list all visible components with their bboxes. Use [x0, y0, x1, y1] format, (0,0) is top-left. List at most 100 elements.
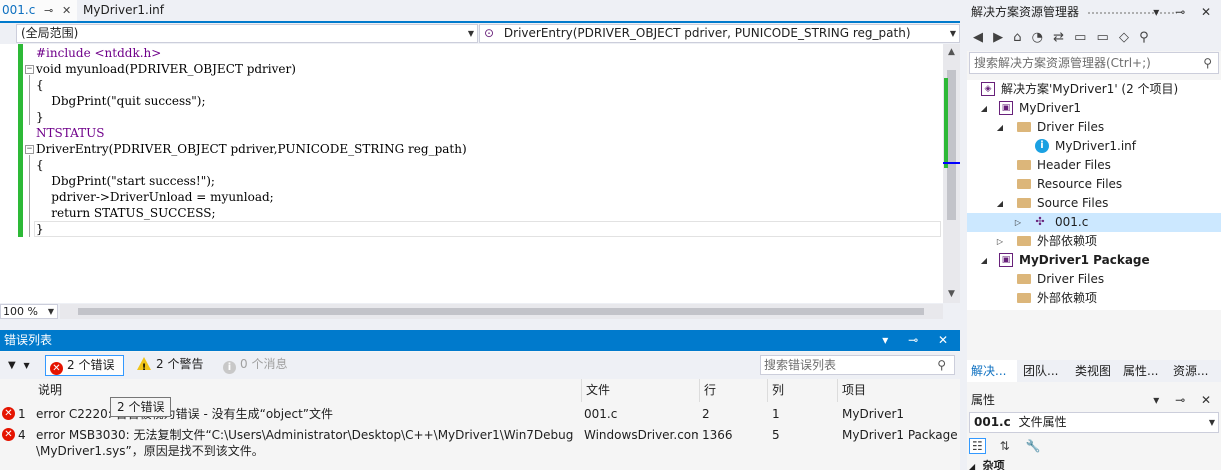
scope-dropdown[interactable]: (全局范围) ▼ [16, 24, 478, 43]
categorized-icon[interactable]: ☷ [969, 438, 986, 454]
tree-item-project[interactable]: ◢ ▣ MyDriver1 [967, 99, 1221, 118]
tree-item-folder[interactable]: ◢ Driver Files [967, 118, 1221, 137]
code-token: #include <ntddk.h> [36, 46, 162, 60]
scroll-thumb[interactable] [78, 308, 924, 315]
search-icon[interactable]: ⚲ [1203, 53, 1212, 73]
alphabetical-icon[interactable]: ⇅ [1000, 439, 1010, 453]
tree-item-file[interactable]: i MyDriver1.inf [967, 137, 1221, 156]
messages-toggle-button[interactable]: i 0 个消息 [219, 355, 299, 376]
scroll-down-icon[interactable]: ▼ [943, 286, 960, 303]
tree-item-folder[interactable]: Driver Files [967, 270, 1221, 289]
vertical-scrollbar[interactable]: ▲ ▼ [943, 44, 960, 303]
function-dropdown[interactable]: ⊙ DriverEntry(PDRIVER_OBJECT pdriver, PU… [479, 24, 960, 43]
code-line[interactable]: DbgPrint("start success!"); [36, 173, 215, 189]
code-token: DriverEntry(PDRIVER_OBJECT pdriver,PUNIC… [36, 142, 467, 156]
chevron-down-icon: ▼ [467, 29, 474, 38]
properties-panel: 属性 ▾ ⊸ ✕ 001.c 文件属性 ▼ ☷ ⇅ 🔧 ◢ 杂项 [967, 388, 1221, 470]
panel-window-buttons[interactable]: ▾ ⊸ ✕ [1153, 388, 1217, 412]
object-name: 001.c [974, 415, 1011, 429]
scroll-up-icon[interactable]: ▲ [943, 44, 960, 61]
pin-icon[interactable]: ⊸ [44, 0, 53, 21]
solution-explorer-toolbar[interactable]: ◀ ▶ ⌂ ◔ ⇄ ▭ ▭ ◇ ⚲ [967, 25, 1221, 51]
error-icon: ✕ [2, 428, 15, 441]
errors-toggle-button[interactable]: ✕ 2 个错误 [45, 355, 124, 376]
solution-search-input[interactable]: 搜索解决方案资源管理器(Ctrl+;) ⚲ [969, 52, 1219, 74]
scope-value: (全局范围) [21, 26, 79, 40]
expand-icon[interactable]: ◢ [979, 99, 989, 118]
properties-toolbar: ☷ ⇅ 🔧 [969, 435, 1219, 457]
row-number: 1 [18, 407, 26, 421]
tab-class-view[interactable]: 类视图 [1075, 360, 1123, 382]
code-line[interactable]: } [36, 221, 44, 237]
tab-solution-explorer[interactable]: 解决... [967, 360, 1017, 382]
fold-toggle[interactable]: − [25, 145, 34, 154]
row-line: 2 [702, 407, 710, 421]
tab-mydriver1-inf[interactable]: MyDriver1.inf [83, 0, 183, 21]
tree-item-folder[interactable]: ◢ Source Files [967, 194, 1221, 213]
code-token: NTSTATUS [36, 126, 105, 140]
column-header-project[interactable]: 项目 [838, 379, 960, 402]
code-token: } [36, 222, 44, 236]
zoom-dropdown[interactable]: 100 % ▼ [0, 304, 58, 319]
properties-object-dropdown[interactable]: 001.c 文件属性 ▼ [969, 412, 1219, 433]
code-token: DbgPrint("quit success"); [36, 94, 206, 108]
code-line[interactable]: } [36, 109, 44, 125]
tree-item-file-selected[interactable]: ▷ ✣ 001.c [967, 213, 1221, 232]
fold-toggle[interactable]: − [25, 65, 34, 74]
horizontal-scrollbar[interactable] [60, 304, 943, 319]
warnings-toggle-button[interactable]: ! 2 个警告 [133, 355, 213, 376]
scroll-thumb[interactable] [947, 70, 956, 220]
code-editor[interactable]: − − #include <ntddk.h> void myunload(PDR… [0, 44, 960, 303]
code-line[interactable]: NTSTATUS [36, 125, 104, 141]
code-line[interactable]: { [36, 77, 44, 93]
solution-explorer-title-bar: 解决方案资源管理器 ▾ ⊸ ✕ [967, 0, 1221, 25]
warning-icon: ! [137, 357, 151, 373]
fold-guide [29, 75, 30, 125]
chevron-down-icon: ▼ [1208, 418, 1215, 427]
row-file: WindowsDriver.common.targets [584, 428, 698, 442]
close-icon[interactable]: ✕ [62, 0, 71, 21]
column-header-line[interactable]: 行 [700, 379, 768, 402]
code-line[interactable]: DbgPrint("quit success"); [36, 93, 206, 109]
filter-button[interactable]: ▼ ▼ [4, 355, 40, 376]
caret-marker [943, 162, 960, 164]
column-header-column[interactable]: 列 [768, 379, 838, 402]
tree-item-dependencies[interactable]: ▷ 外部依赖项 [967, 232, 1221, 251]
collapse-icon[interactable]: ▷ [995, 232, 1005, 251]
panel-window-buttons[interactable]: ▾ ⊸ ✕ [882, 330, 956, 351]
tree-item-folder[interactable]: Resource Files [967, 175, 1221, 194]
code-line[interactable]: DriverEntry(PDRIVER_OBJECT pdriver,PUNIC… [36, 141, 467, 157]
tab-team-explorer[interactable]: 团队... [1023, 360, 1071, 382]
tree-label: 001.c [1055, 215, 1089, 229]
error-list-search-input[interactable]: 搜索错误列表 ⚲ [760, 355, 955, 375]
tree-item-dependencies[interactable]: 外部依赖项 [967, 289, 1221, 308]
tab-resource-view[interactable]: 资源... [1173, 360, 1221, 382]
code-line[interactable]: return STATUS_SUCCESS; [36, 205, 215, 221]
column-header-file[interactable]: 文件 [582, 379, 700, 402]
table-row[interactable]: ✕ 4 error MSB3030: 无法复制文件“C:\Users\Admin… [0, 425, 960, 461]
wrench-icon[interactable]: 🔧 [1025, 439, 1040, 453]
collapse-icon[interactable]: ▷ [1013, 213, 1023, 232]
tree-item-project[interactable]: ◢ ▣ MyDriver1 Package [967, 251, 1221, 270]
tab-property-manager[interactable]: 属性... [1123, 360, 1171, 382]
tree-label: 外部依赖项 [1037, 234, 1098, 248]
panel-window-buttons[interactable]: ▾ ⊸ ✕ [1153, 0, 1217, 25]
expand-icon[interactable]: ◢ [979, 251, 989, 270]
code-line[interactable]: pdriver->DriverUnload = myunload; [36, 189, 273, 205]
folder-icon [1017, 198, 1031, 208]
tab-001-c[interactable]: 001.c ⊸ ✕ [0, 0, 77, 21]
tree-item-folder[interactable]: Header Files [967, 156, 1221, 175]
code-line[interactable]: { [36, 157, 44, 173]
tree-item-solution[interactable]: ◈ 解决方案'MyDriver1' (2 个项目) [967, 80, 1221, 99]
navigation-bar: (全局范围) ▼ ⊙ DriverEntry(PDRIVER_OBJECT pd… [0, 23, 960, 44]
expand-icon[interactable]: ◢ [995, 194, 1005, 213]
search-placeholder: 搜索解决方案资源管理器(Ctrl+;) [974, 56, 1151, 70]
folder-icon [1017, 179, 1031, 189]
code-line[interactable]: void myunload(PDRIVER_OBJECT pdriver) [36, 61, 296, 77]
code-line[interactable]: #include <ntddk.h> [36, 45, 161, 61]
zoom-value: 100 % [3, 305, 38, 318]
expand-icon[interactable]: ◢ [995, 118, 1005, 137]
property-category[interactable]: ◢ 杂项 [969, 458, 1219, 470]
search-icon[interactable]: ⚲ [937, 356, 946, 374]
collapse-icon[interactable]: ◢ [969, 462, 975, 470]
